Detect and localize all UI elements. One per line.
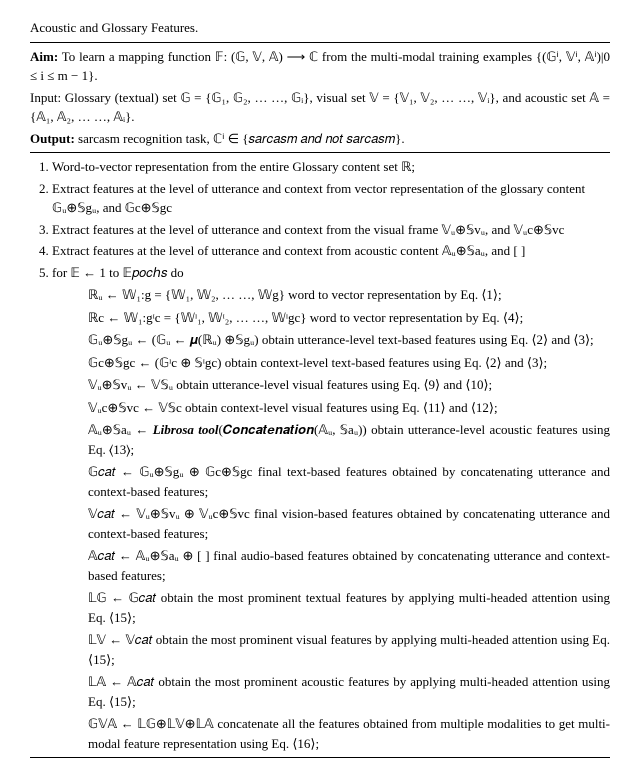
rule-bottom (30, 757, 610, 758)
step-4: Extract features at the level of utteran… (52, 241, 610, 261)
loop-line-5: 𝕍ᵤ⊕𝕊vᵤ ← 𝕍𝕊ᵤ obtain utterance-level visu… (88, 375, 610, 395)
l7-pre: 𝔸ᵤ⊕𝕊aᵤ ← (88, 422, 153, 437)
algorithm-steps: Word-to-vector representation from the e… (52, 157, 610, 753)
loop-line-1: ℝᵤ ← 𝕎₁:g = {𝕎₁, 𝕎₂, … …, 𝕎g} word to ve… (88, 285, 610, 305)
loop-line-4: 𝔾c⊕𝕊gc ← (𝔾ᶦc ⊕ 𝕊ᶦgc) obtain context-lev… (88, 353, 610, 373)
algorithm-header: Acoustic and Glossary Features. Aim: To … (30, 18, 610, 153)
loop-line-11: 𝕃𝔾 ← 𝔾𝑐𝑎𝑡 obtain the most prominent text… (88, 588, 610, 627)
input-line: Input: Glossary (textual) set 𝔾 = {𝔾₁, 𝔾… (30, 88, 610, 127)
loop-line-9: 𝕍𝑐𝑎𝑡 ← 𝕍ᵤ⊕𝕊vᵤ ⊕ 𝕍ᵤc⊕𝕊vc final vision-bas… (88, 504, 610, 543)
step-5-head: for 𝔼 ← 1 to 𝔼𝑝𝑜𝑐ℎ𝑠 do (52, 265, 184, 280)
loop-line-7: 𝔸ᵤ⊕𝕊aᵤ ← Librosa tool(𝑪𝒐𝒏𝒄𝒂𝒕𝒆𝒏𝒂𝒕𝒊𝒐𝒏(𝔸ᵤ, … (88, 420, 610, 459)
l7-args: (𝑪𝒐𝒏𝒄𝒂𝒕𝒆𝒏𝒂𝒕𝒊𝒐𝒏(𝔸ᵤ, 𝕊aᵤ)) (218, 422, 366, 437)
loop-line-3: 𝔾ᵤ⊕𝕊gᵤ ← (𝔾ᵤ ← 𝝁(ℝᵤ) ⊕𝕊gᵤ) obtain uttera… (88, 330, 610, 350)
l7-tool: Librosa tool (153, 422, 219, 437)
loop-line-6: 𝕍ᵤc⊕𝕊vc ← 𝕍𝕊c obtain context-level visua… (88, 398, 610, 418)
output-text: sarcasm recognition task, ℂⁱ ∈ {𝑠𝑎𝑟𝑐𝑎𝑠𝑚 … (78, 131, 405, 146)
rule-mid (30, 152, 610, 153)
loop-line-13: 𝕃𝔸 ← 𝔸𝑐𝑎𝑡 obtain the most prominent acou… (88, 672, 610, 711)
step-1: Word-to-vector representation from the e… (52, 157, 610, 177)
loop-line-12: 𝕃𝕍 ← 𝕍𝑐𝑎𝑡 obtain the most prominent visu… (88, 630, 610, 669)
loop-line-10: 𝔸𝑐𝑎𝑡 ← 𝔸ᵤ⊕𝕊aᵤ ⊕ [ ] final audio-based fe… (88, 546, 610, 585)
step-5: for 𝔼 ← 1 to 𝔼𝑝𝑜𝑐ℎ𝑠 do ℝᵤ ← 𝕎₁:g = {𝕎₁, … (52, 263, 610, 754)
output-line: Output: sarcasm recognition task, ℂⁱ ∈ {… (30, 129, 610, 149)
step-3: Extract features at the level of utteran… (52, 220, 610, 240)
loop-line-8: 𝔾𝑐𝑎𝑡 ← 𝔾ᵤ⊕𝕊gᵤ ⊕ 𝔾c⊕𝕊gc final text-based … (88, 462, 610, 501)
rule-top (30, 42, 610, 43)
loop-line-2: ℝc ← 𝕎₁:gᶦc = {𝕎ᶦ₁, 𝕎ᶦ₂, … …, 𝕎ᶦgc} word… (88, 308, 610, 328)
output-label: Output: (30, 131, 75, 146)
loop-line-14: 𝔾𝕍𝔸 ← 𝕃𝔾⊕𝕃𝕍⊕𝕃𝔸 concatenate all the featu… (88, 714, 610, 753)
input-text: Glossary (textual) set 𝔾 = {𝔾₁, 𝔾₂, … …,… (30, 90, 610, 125)
aim-line: Aim: To learn a mapping function 𝔽: (𝔾, … (30, 47, 610, 86)
loop-body: ℝᵤ ← 𝕎₁:g = {𝕎₁, 𝕎₂, … …, 𝕎g} word to ve… (88, 285, 610, 753)
algorithm-title: Acoustic and Glossary Features. (30, 18, 610, 38)
aim-text: To learn a mapping function 𝔽: (𝔾, 𝕍, 𝔸)… (30, 49, 610, 84)
step-2: Extract features at the level of utteran… (52, 179, 610, 218)
